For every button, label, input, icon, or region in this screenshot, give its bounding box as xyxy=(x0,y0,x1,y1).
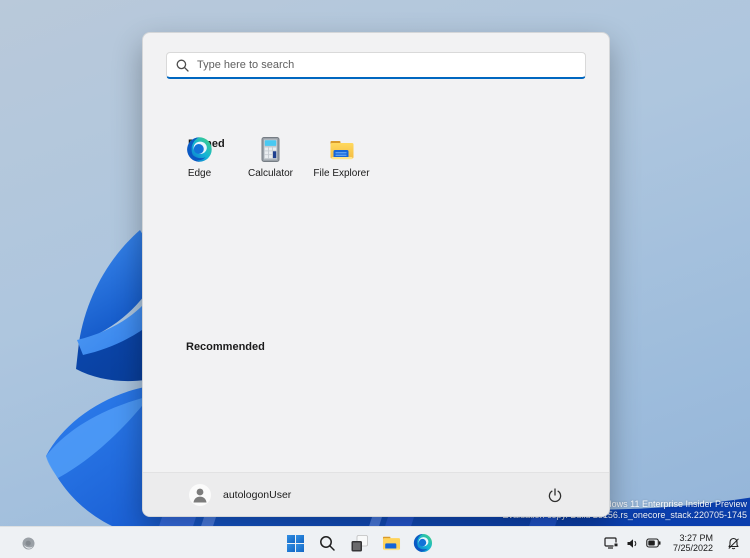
edge-icon xyxy=(186,136,213,163)
search-icon xyxy=(176,59,189,72)
user-avatar-icon xyxy=(189,483,211,506)
pinned-app-label: Calculator xyxy=(247,168,294,179)
file-explorer-icon xyxy=(328,136,355,163)
search-input[interactable] xyxy=(197,59,576,71)
start-menu: Pinned xyxy=(142,32,610,517)
taskbar-edge-button[interactable] xyxy=(411,531,435,555)
notification-bell-icon[interactable] xyxy=(727,537,740,550)
calculator-icon xyxy=(257,136,284,163)
power-button[interactable] xyxy=(545,485,565,505)
pinned-app-label: Edge xyxy=(187,168,212,179)
start-button[interactable] xyxy=(283,531,307,555)
system-tray: 3:27 PM 7/25/2022 xyxy=(604,527,750,558)
taskbar-clock[interactable]: 3:27 PM 7/25/2022 xyxy=(673,533,713,554)
desktop: Windows 11 Enterprise Insider Preview Ev… xyxy=(0,0,750,558)
power-icon xyxy=(547,487,563,503)
user-name-label: autologonUser xyxy=(223,488,292,501)
task-view-button[interactable] xyxy=(347,531,371,555)
taskbar-file-explorer-button[interactable] xyxy=(379,531,403,555)
recommended-section-label: Recommended xyxy=(186,341,265,353)
pinned-app-file-explorer[interactable]: File Explorer xyxy=(306,133,377,189)
windows-logo-icon xyxy=(286,534,305,553)
pinned-app-calculator[interactable]: Calculator xyxy=(235,133,306,189)
tray-date: 7/25/2022 xyxy=(672,543,713,553)
taskbar-file-explorer-icon xyxy=(381,533,402,553)
taskbar: 3:27 PM 7/25/2022 xyxy=(0,526,750,558)
widgets-button[interactable] xyxy=(16,531,40,555)
pinned-app-edge[interactable]: Edge xyxy=(164,133,235,189)
network-icon[interactable] xyxy=(604,536,619,550)
start-menu-user-bar: autologonUser xyxy=(143,472,609,516)
taskbar-edge-icon xyxy=(413,533,433,553)
volume-icon[interactable] xyxy=(626,537,639,550)
taskbar-search-icon xyxy=(319,535,336,552)
pinned-app-grid: Edge Calculator File Explorer xyxy=(164,133,377,189)
task-view-icon xyxy=(350,534,369,553)
taskbar-search-button[interactable] xyxy=(315,531,339,555)
widgets-swirl-icon xyxy=(22,537,35,550)
taskbar-center-icons xyxy=(283,527,435,558)
search-box[interactable] xyxy=(166,52,586,79)
pinned-app-label: File Explorer xyxy=(313,168,370,179)
user-account-button[interactable]: autologonUser xyxy=(189,483,292,506)
battery-icon[interactable] xyxy=(646,538,661,548)
tray-time: 3:27 PM xyxy=(679,532,713,543)
